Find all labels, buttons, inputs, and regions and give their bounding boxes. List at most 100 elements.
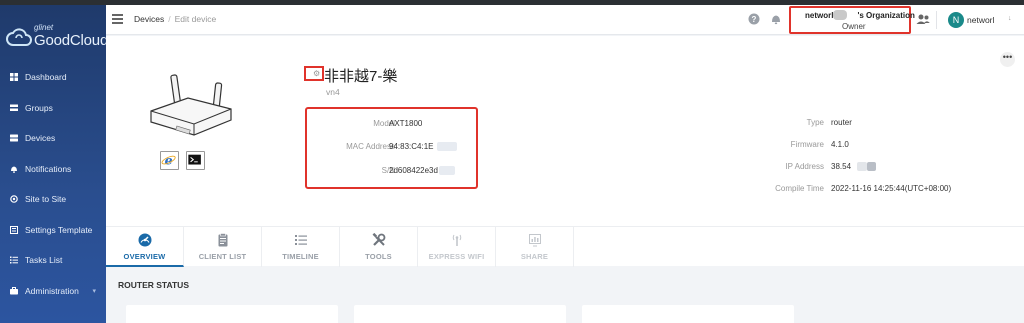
tab-label: TIMELINE (282, 252, 319, 261)
tab-share[interactable]: SHARE (496, 227, 574, 267)
wifi-antenna-icon (452, 234, 462, 246)
compile-time-value: 2022-11-16 14:25:44(UTC+08:00) (831, 184, 952, 193)
status-panel (354, 305, 566, 323)
tab-label: OVERVIEW (123, 252, 166, 261)
model-value: AXT1800 (389, 119, 423, 128)
ip-value: 38.54 (831, 162, 877, 172)
gear-icon: ⚙ (313, 69, 321, 78)
user-name[interactable]: networl (967, 15, 994, 25)
device-spec-box: Model AXT1800 MAC Address 94:83:C4:1E S/… (305, 107, 478, 189)
edit-name-button[interactable]: ⚙ (304, 66, 324, 81)
terminal-open-button[interactable] (186, 151, 205, 170)
sidebar-item-label: Tasks List (25, 255, 63, 266)
more-options-button[interactable]: ••• (1000, 52, 1015, 67)
device-info-card: ••• e ⚙ 非非越7-樂 vn4 Model AXT1800 MAC Add… (106, 36, 1024, 226)
gauge-icon (138, 233, 152, 247)
browser-open-button[interactable]: e (160, 151, 179, 170)
settings-template-icon (10, 225, 18, 234)
clipboard-icon (218, 233, 228, 247)
breadcrumb: Devices / Edit device (134, 14, 216, 24)
sidebar-item-label: Site to Site (25, 194, 67, 205)
help-icon[interactable]: ? (748, 13, 760, 25)
sidebar-item-label: Notifications (25, 163, 72, 174)
app-logo[interactable]: glinet GoodCloud (6, 23, 109, 55)
breadcrumb-devices-link[interactable]: Devices (134, 14, 164, 24)
sidebar-item-groups[interactable]: Groups (0, 93, 106, 124)
tasks-list-icon (10, 256, 18, 264)
compile-time-label: Compile Time (775, 184, 824, 193)
type-label: Type (806, 118, 824, 127)
breadcrumb-separator: / (168, 14, 171, 24)
list-icon (295, 235, 307, 245)
redacted-blur (833, 10, 847, 20)
firmware-label: Firmware (790, 140, 824, 149)
devices-icon (10, 134, 18, 142)
header-divider (936, 11, 937, 29)
top-header: Devices / Edit device ? networl's Organiza… (106, 5, 1024, 35)
mac-value: 94:83:C4:1E (389, 142, 458, 152)
logo-brand-name: GoodCloud (34, 32, 109, 49)
tab-express-wifi[interactable]: EXPRESS WIFI (418, 227, 496, 267)
sidebar-item-label: Groups (25, 102, 53, 113)
sidebar-item-tasks-list[interactable]: Tasks List (0, 245, 106, 276)
status-panel (582, 305, 794, 323)
sn-value: 2d608422e3d (389, 166, 455, 176)
organization-name: networl's Organization (805, 11, 915, 20)
device-tabs: OVERVIEW CLIENT LIST TIMELINE TOOLS EXPR… (106, 226, 1024, 267)
logo-brand-small: glinet (34, 23, 54, 32)
redacted-blur (437, 142, 458, 152)
dashboard-icon (10, 73, 18, 82)
svg-text:?: ? (752, 15, 757, 24)
ip-label: IP Address (785, 162, 824, 171)
redacted-blur (438, 166, 455, 176)
sidebar-item-dashboard[interactable]: Dashboard (0, 62, 106, 93)
device-name: 非非越7-樂 (324, 68, 398, 85)
breadcrumb-current: Edit device (174, 14, 217, 24)
type-value: router (831, 118, 852, 127)
status-panel (126, 305, 338, 323)
sidebar-item-settings-template[interactable]: Settings Template (0, 215, 106, 246)
sidebar-item-devices[interactable]: Devices (0, 123, 106, 154)
tools-icon (372, 233, 386, 246)
tab-tools[interactable]: TOOLS (340, 227, 418, 267)
sidebar-item-label: Settings Template (25, 224, 93, 235)
tab-label: CLIENT LIST (198, 252, 247, 261)
sidebar-item-notifications[interactable]: Notifications (0, 154, 106, 185)
sidebar-item-label: Dashboard (25, 72, 67, 83)
chevron-down-icon: ▾ (92, 287, 96, 295)
groups-icon (10, 104, 18, 111)
share-chart-icon (529, 234, 541, 247)
tab-timeline[interactable]: TIMELINE (262, 227, 340, 267)
sidebar-item-label: Administration (25, 285, 79, 296)
cloud-logo-icon (6, 28, 32, 46)
tab-label: TOOLS (365, 252, 392, 261)
terminal-icon (188, 154, 201, 165)
sidebar-nav: Dashboard Groups Devices Notifications S… (0, 62, 106, 306)
sidebar: glinet GoodCloud Dashboard Groups Device… (0, 5, 109, 323)
sidebar-item-administration[interactable]: Administration ▾ (0, 276, 106, 307)
notifications-icon (11, 166, 17, 173)
user-menu-caret[interactable]: ↓ (1008, 15, 1012, 22)
menu-toggle-icon[interactable] (112, 14, 123, 24)
bell-icon[interactable] (770, 13, 782, 25)
sidebar-item-label: Devices (25, 133, 56, 144)
tab-client-list[interactable]: CLIENT LIST (184, 227, 262, 267)
section-title: ROUTER STATUS (118, 280, 189, 290)
tab-label: SHARE (520, 252, 549, 261)
members-icon[interactable] (916, 13, 930, 25)
mac-label: MAC Address (346, 142, 395, 151)
firmware-value: 4.1.0 (831, 140, 849, 149)
administration-icon (10, 286, 18, 295)
tab-overview[interactable]: OVERVIEW (106, 227, 184, 267)
sidebar-item-site-to-site[interactable]: Site to Site (0, 184, 106, 215)
router-image (150, 74, 232, 136)
ie-browser-icon: e (161, 153, 176, 168)
redacted-blur (867, 162, 877, 172)
site-to-site-icon (10, 195, 18, 204)
tab-label: EXPRESS WIFI (428, 252, 485, 261)
organization-switcher[interactable]: networl's Organization Owner (789, 6, 915, 34)
device-subtitle: vn4 (326, 87, 340, 97)
avatar[interactable]: N (948, 12, 964, 28)
organization-role: Owner (842, 22, 866, 31)
redacted-blur (857, 162, 868, 172)
